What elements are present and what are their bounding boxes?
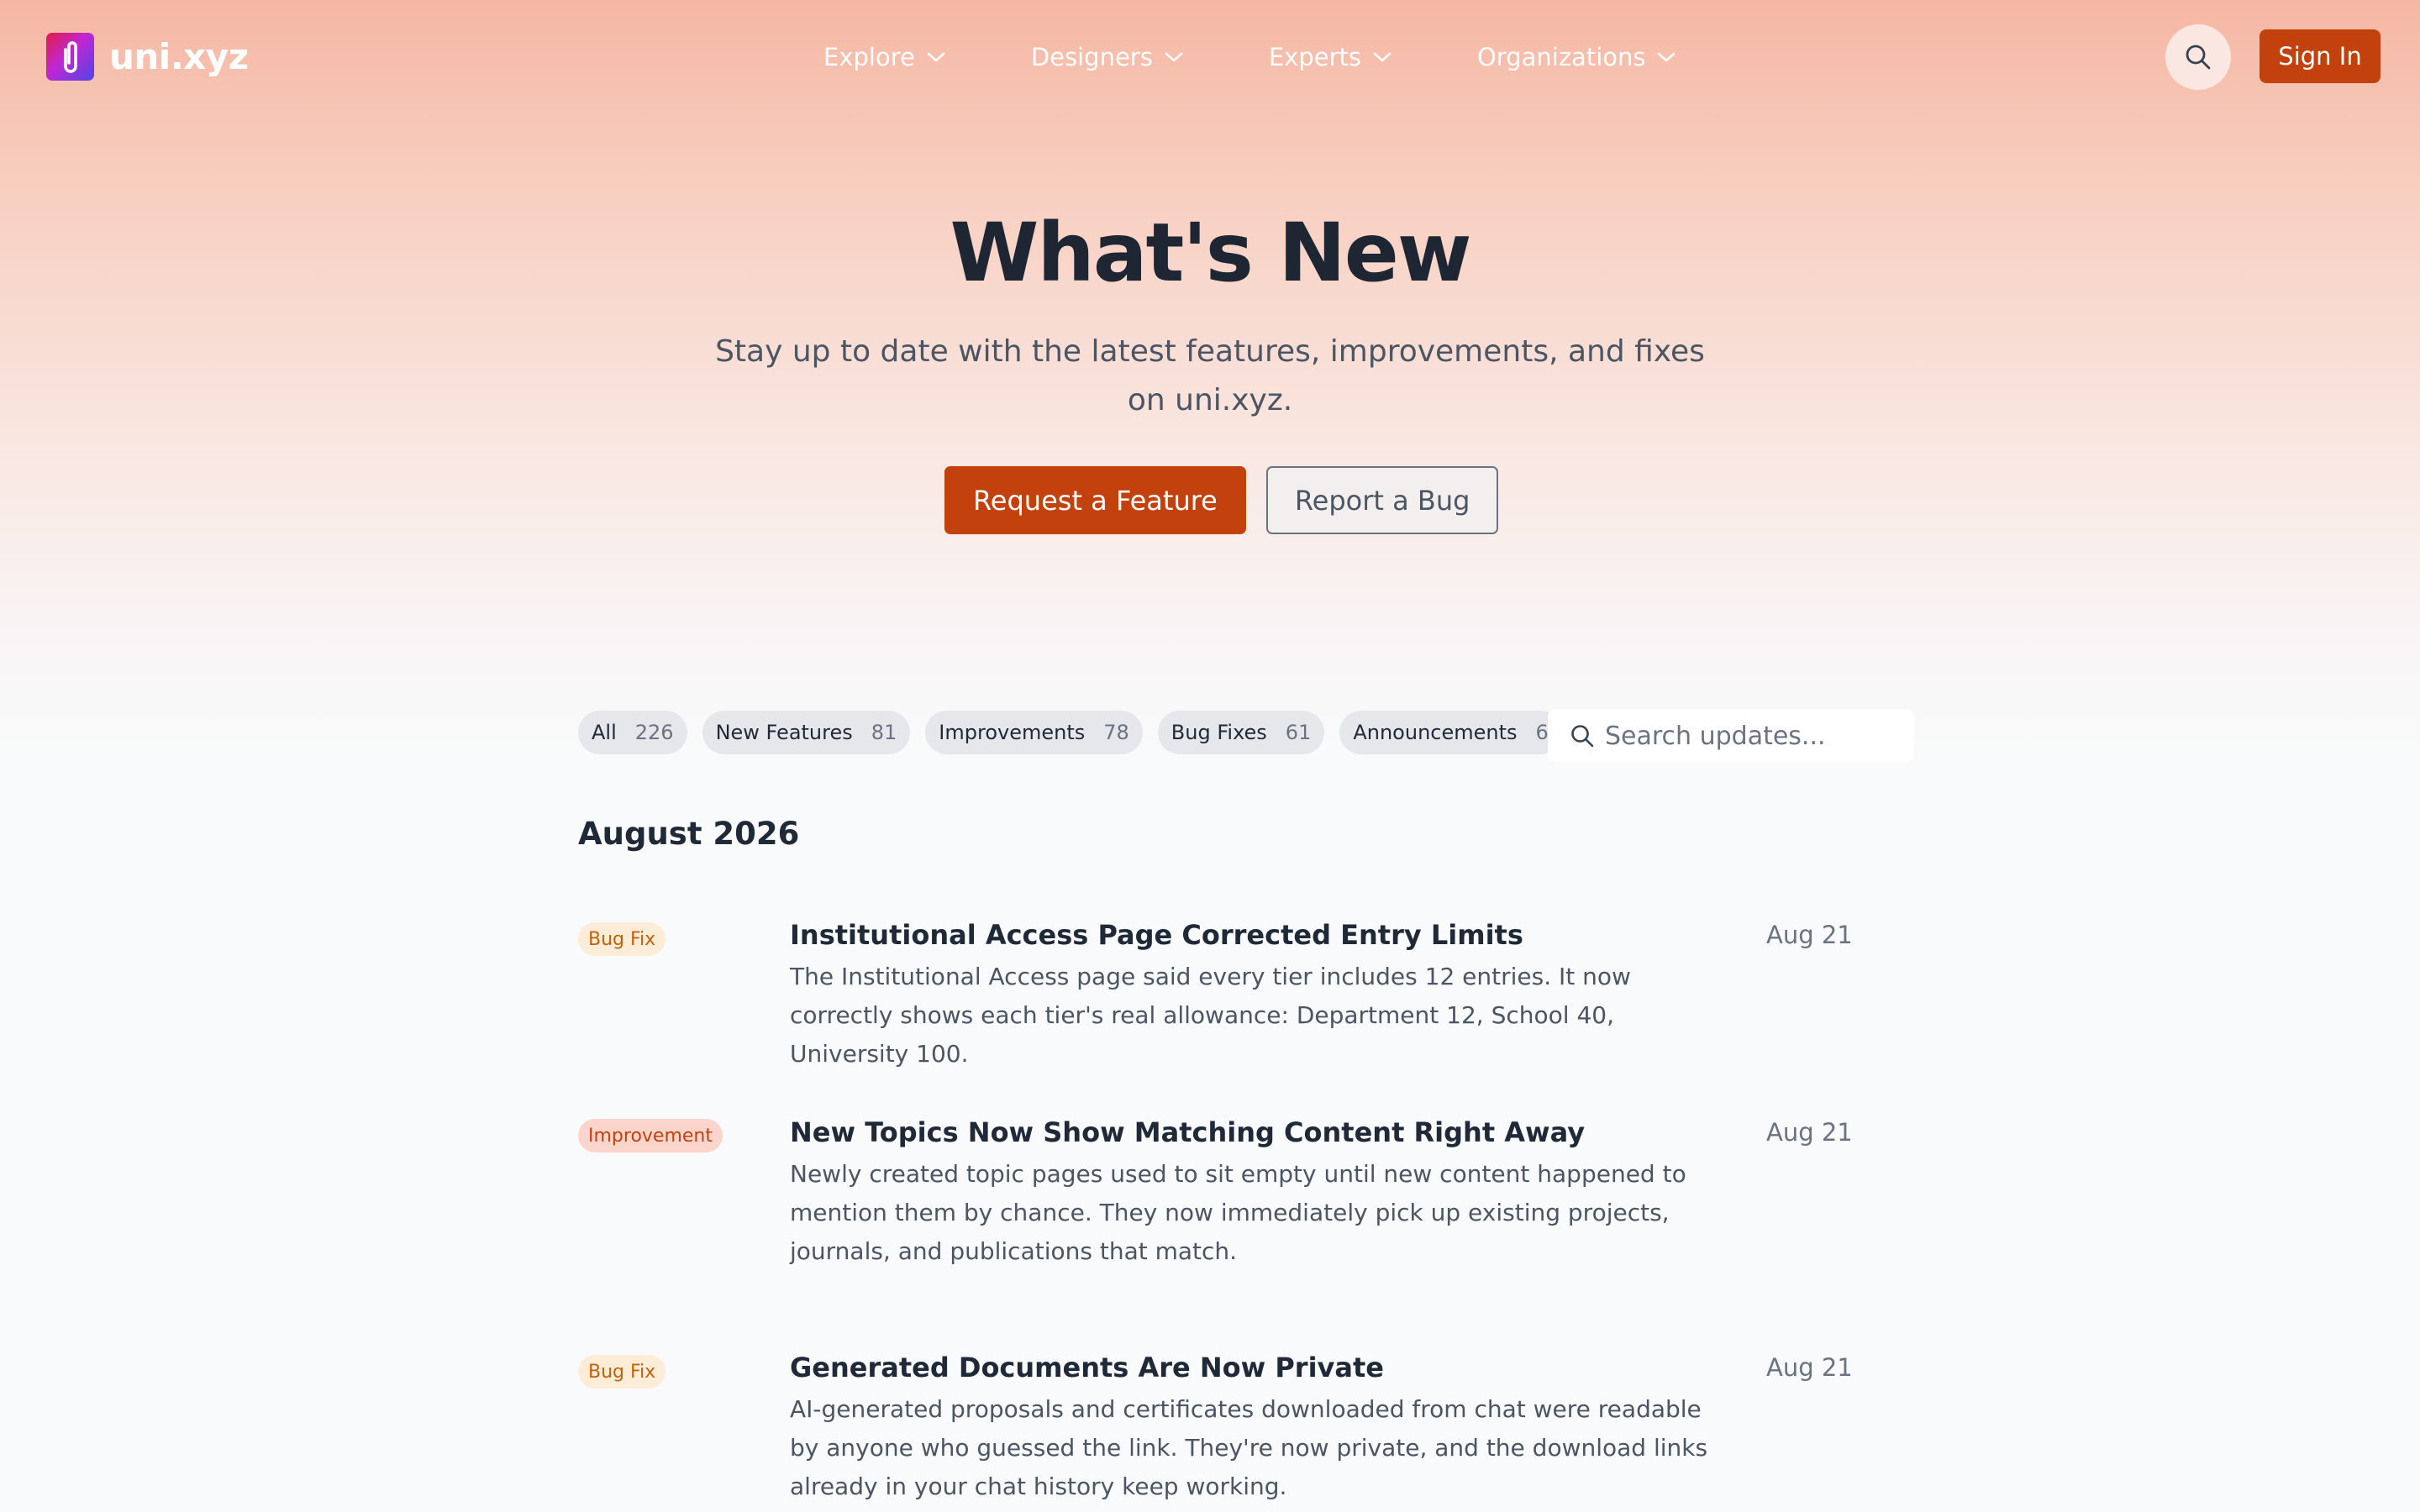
nav-experts-label: Experts: [1268, 43, 1361, 71]
filter-new-features[interactable]: New Features 81: [702, 711, 911, 754]
update-date: Aug 21: [1766, 1118, 1853, 1147]
nav-designers[interactable]: Designers: [1031, 43, 1183, 71]
chevron-down-icon: [1658, 52, 1676, 62]
filter-count: 78: [1103, 721, 1129, 744]
main-menu: Explore Designers Experts Organizations: [823, 37, 1676, 77]
update-title[interactable]: Institutional Access Page Corrected Entr…: [790, 916, 1523, 954]
paperclip-icon: [46, 32, 94, 81]
nav-organizations[interactable]: Organizations: [1477, 43, 1676, 71]
filter-announcements[interactable]: Announcements 6: [1339, 711, 1562, 754]
filter-label: Announcements: [1353, 721, 1518, 744]
update-title[interactable]: New Topics Now Show Matching Content Rig…: [790, 1113, 1585, 1152]
brand-name: uni.xyz: [109, 35, 249, 77]
search-button[interactable]: [2165, 24, 2231, 90]
search-icon: [1571, 725, 1594, 748]
update-description: Newly created topic pages used to sit em…: [790, 1160, 1686, 1265]
update-title[interactable]: Generated Documents Are Now Private: [790, 1348, 1384, 1387]
filter-bug-fixes[interactable]: Bug Fixes 61: [1157, 711, 1325, 754]
filter-label: Improvements: [939, 721, 1086, 744]
update-date: Aug 21: [1766, 1353, 1853, 1382]
request-feature-button[interactable]: Request a Feature: [944, 466, 1246, 534]
filter-all[interactable]: All 226: [578, 711, 687, 754]
filter-count: 81: [871, 721, 897, 744]
category-badge: Improvement: [578, 1119, 723, 1152]
search-updates-box: [1548, 710, 1914, 762]
category-badge: Bug Fix: [578, 922, 666, 956]
update-date: Aug 21: [1766, 921, 1853, 949]
chevron-down-icon: [927, 52, 945, 62]
month-heading: August 2026: [578, 816, 800, 852]
category-filters: All 226 New Features 81 Improvements 78 …: [578, 711, 1562, 754]
filter-label: All: [592, 721, 617, 744]
page-subtitle: Stay up to date with the latest features…: [715, 334, 1705, 417]
nav-organizations-label: Organizations: [1476, 43, 1646, 71]
update-description: AI-generated proposals and certificates …: [790, 1395, 1708, 1500]
hero-actions: Request a Feature Report a Bug: [944, 466, 1499, 534]
filter-count: 61: [1285, 721, 1312, 744]
filter-count: 226: [634, 721, 674, 744]
filter-improvements[interactable]: Improvements 78: [925, 711, 1143, 754]
nav-designers-label: Designers: [1030, 43, 1153, 71]
search-icon: [2186, 45, 2211, 70]
report-bug-button[interactable]: Report a Bug: [1265, 466, 1499, 534]
category-badge: Bug Fix: [578, 1355, 666, 1389]
sign-in-button[interactable]: Sign In: [2260, 29, 2381, 83]
filter-label: Bug Fixes: [1171, 721, 1267, 744]
brand-logo-link[interactable]: uni.xyz: [46, 32, 249, 81]
search-updates-input[interactable]: [1603, 720, 1909, 752]
filter-count: 6: [1535, 721, 1549, 744]
chevron-down-icon: [1165, 52, 1183, 62]
update-description: The Institutional Access page said every…: [790, 963, 1631, 1068]
nav-experts[interactable]: Experts: [1269, 43, 1392, 71]
nav-explore[interactable]: Explore: [823, 43, 945, 71]
top-nav: uni.xyz Explore Designers Experts Organi…: [0, 0, 2420, 113]
nav-explore-label: Explore: [823, 43, 915, 71]
chevron-down-icon: [1373, 52, 1392, 62]
filter-label: New Features: [715, 721, 853, 744]
page-title: What's New: [950, 206, 1472, 300]
